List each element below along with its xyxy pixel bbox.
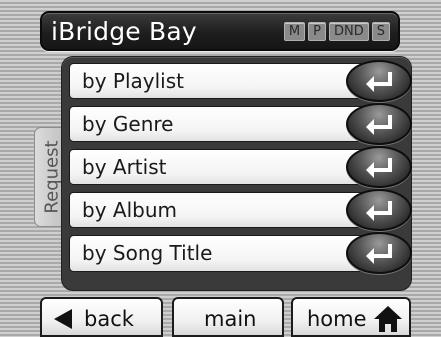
main-button[interactable]: main <box>172 297 284 337</box>
enter-return-icon <box>366 115 392 135</box>
side-tab-label: Request <box>41 140 62 214</box>
status-badge-dnd: DND <box>328 22 369 41</box>
menu-list: by Playlist by Genre by Artist by Album … <box>69 60 412 274</box>
status-badge-s: S <box>371 22 390 41</box>
status-badges: M P DND S <box>283 22 390 41</box>
house-icon <box>374 306 402 332</box>
enter-button[interactable] <box>346 103 412 145</box>
menu-item-label: by Album <box>82 198 177 222</box>
home-button[interactable]: home <box>291 297 411 337</box>
main-label: main <box>204 307 257 331</box>
enter-button[interactable] <box>346 232 412 274</box>
status-badge-m: M <box>283 22 306 41</box>
menu-item-by-album[interactable]: by Album <box>69 189 412 231</box>
menu-item-by-artist[interactable]: by Artist <box>69 146 412 188</box>
menu-item-label: by Genre <box>82 112 174 136</box>
title-bar: iBridge Bay M P DND S <box>40 11 400 51</box>
enter-return-icon <box>366 244 392 264</box>
menu-item-by-playlist[interactable]: by Playlist <box>69 60 412 102</box>
enter-button[interactable] <box>346 189 412 231</box>
menu-item-label: by Artist <box>82 155 167 179</box>
home-label: home <box>307 307 367 331</box>
enter-return-icon <box>366 158 392 178</box>
enter-button[interactable] <box>346 60 412 102</box>
status-badge-p: P <box>308 22 326 41</box>
enter-return-icon <box>366 72 392 92</box>
menu-item-by-song-title[interactable]: by Song Title <box>69 232 412 274</box>
app-title: iBridge Bay <box>51 17 197 46</box>
back-label: back <box>84 307 134 331</box>
left-triangle-icon <box>54 309 72 329</box>
menu-item-label: by Song Title <box>82 241 213 265</box>
request-menu-panel: by Playlist by Genre by Artist by Album … <box>62 57 412 290</box>
menu-item-by-genre[interactable]: by Genre <box>69 103 412 145</box>
menu-item-label: by Playlist <box>82 69 184 93</box>
enter-return-icon <box>366 201 392 221</box>
back-button[interactable]: back <box>40 297 163 337</box>
enter-button[interactable] <box>346 146 412 188</box>
